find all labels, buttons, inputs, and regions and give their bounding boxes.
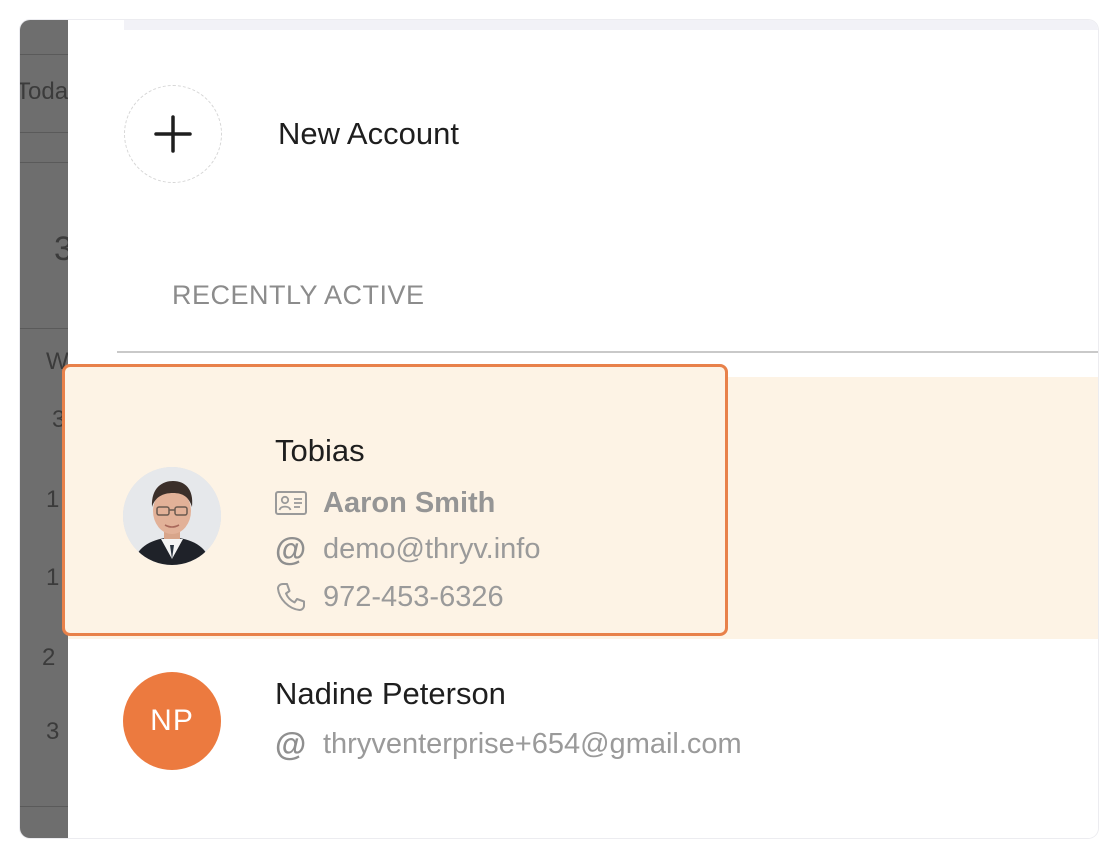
dimmed-background-page: Toda 3 W 3 1 1 2 3: [20, 20, 68, 838]
background-divider: [20, 162, 68, 163]
background-text: Toda: [20, 78, 68, 105]
contact-person-line: Aaron Smith: [275, 483, 495, 523]
background-text: 1: [46, 486, 60, 513]
contact-row-tobias[interactable]: Tobias Aaron Smith @ demo@thryv.info 972…: [68, 377, 1098, 639]
contact-email-line: @ thryventerprise+654@gmail.com: [275, 724, 742, 764]
contact-phone-line: 972-453-6326: [275, 577, 504, 617]
contact-email: demo@thryv.info: [323, 532, 541, 565]
contact-row-nadine-peterson[interactable]: NP Nadine Peterson @ thryventerprise+654…: [68, 650, 1098, 810]
plus-icon: [124, 85, 222, 183]
account-panel: New Account RECENTLY ACTIVE Tobias Aaron…: [62, 20, 1098, 838]
id-card-icon: [275, 486, 309, 520]
panel-top-strip: [124, 20, 1098, 30]
background-text: 3: [46, 718, 60, 745]
account-switcher-window: Toda 3 W 3 1 1 2 3 New Account RECENTLY …: [20, 20, 1098, 838]
contact-phone: 972-453-6326: [323, 580, 504, 613]
background-divider: [20, 132, 68, 133]
contact-name: Nadine Peterson: [275, 676, 506, 711]
avatar: NP: [123, 672, 221, 770]
contact-person-name: Aaron Smith: [323, 486, 496, 519]
contact-email: thryventerprise+654@gmail.com: [323, 727, 742, 760]
new-account-label: New Account: [278, 116, 459, 151]
contact-name: Tobias: [275, 433, 365, 468]
contact-email-line: @ demo@thryv.info: [275, 529, 541, 569]
background-text: 2: [42, 644, 56, 671]
background-divider: [20, 806, 68, 807]
section-divider: [117, 351, 1098, 353]
new-account-button[interactable]: New Account: [124, 84, 459, 184]
background-divider: [20, 54, 68, 55]
phone-icon: [275, 580, 309, 614]
recently-active-heading: RECENTLY ACTIVE: [172, 280, 425, 310]
avatar: [123, 467, 221, 565]
background-text: 1: [46, 564, 60, 591]
at-sign-icon: @: [275, 725, 307, 762]
background-text: 3: [54, 230, 68, 268]
background-divider: [20, 328, 68, 329]
at-sign-icon: @: [275, 530, 307, 567]
